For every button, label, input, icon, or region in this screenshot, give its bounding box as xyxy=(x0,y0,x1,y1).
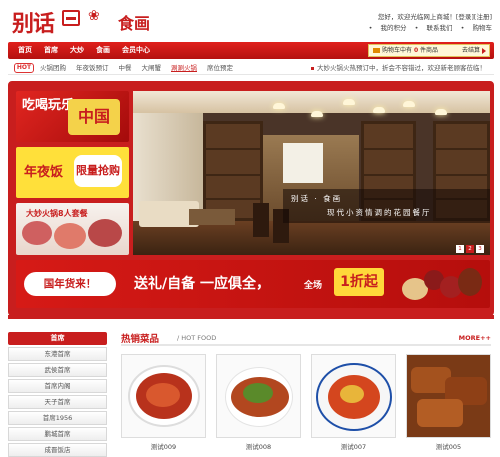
login-link[interactable]: [登录] xyxy=(456,13,474,21)
promo1-text: 吃喝玩乐 xyxy=(22,98,75,113)
food-card[interactable]: 测试007 xyxy=(311,354,396,454)
lamp-icon xyxy=(435,109,447,115)
sidebar-item[interactable]: 成晋饭店 xyxy=(8,443,107,457)
sidebar: 首席 东港首席 武侯首席 首席内阁 天子首席 首席1956 鹏城首席 成晋饭店 xyxy=(8,332,107,457)
subnav-item[interactable]: 年夜饭预订 xyxy=(76,61,119,75)
promo1-cn: 中国 xyxy=(68,99,120,135)
sidebar-item[interactable]: 首席1956 xyxy=(8,411,107,425)
sidebar-item[interactable]: 天子首席 xyxy=(8,395,107,409)
food-image[interactable] xyxy=(311,354,396,438)
announcement[interactable]: 大妙火锅火热预订中，折会不容错过，欢迎新老顾客莅临！ xyxy=(311,61,486,75)
cart-icon xyxy=(373,48,380,53)
sidebar-item[interactable]: 鹏城首席 xyxy=(8,427,107,441)
food-name[interactable]: 测试007 xyxy=(311,441,396,451)
slide-dot-active[interactable]: 2 xyxy=(466,245,474,253)
cart-summary[interactable]: 购物车中有 0 件商品 去结算 xyxy=(368,44,490,57)
sidebar-item[interactable]: 东港首席 xyxy=(8,347,107,361)
more-link[interactable]: MORE++ xyxy=(459,334,491,342)
hot-food-header: 热销菜品 / HOT FOOD MORE++ xyxy=(121,330,491,346)
lamp-icon xyxy=(311,111,323,117)
nav-item-dachao[interactable]: 大炒 xyxy=(64,42,90,59)
sidebar-item[interactable]: 武侯首席 xyxy=(8,363,107,377)
cart-link[interactable]: • 购物车 xyxy=(461,24,492,32)
sidebar-title: 首席 xyxy=(8,332,107,345)
promo2-badge: 限量抢购 xyxy=(74,155,122,187)
section-subtitle: / HOT FOOD xyxy=(177,334,217,342)
food-name[interactable]: 测试008 xyxy=(216,441,301,451)
promo-card-fun[interactable]: 吃喝玩乐 中国 xyxy=(16,91,129,142)
lamp-icon xyxy=(373,107,385,113)
wide-banner-title: 送礼/自备 一应俱全， xyxy=(134,276,270,292)
nav-item-member[interactable]: 会员中心 xyxy=(116,42,156,59)
caption-line-2: 现代小资情调的花园餐厅 xyxy=(327,208,432,217)
hot-badge: HOT xyxy=(14,63,34,73)
food-image[interactable] xyxy=(406,354,491,438)
my-points-link[interactable]: • 我的积分 xyxy=(369,24,407,32)
hot-food-list: 测试009 测试008 测试007 测试005 xyxy=(121,354,491,454)
subnav-item[interactable]: 火锅团购 xyxy=(40,61,76,75)
subnav-item[interactable]: 席位预定 xyxy=(207,61,243,75)
slide-dot[interactable]: 1 xyxy=(456,245,464,253)
promo-card-new-year[interactable]: 年夜饭 限量抢购 xyxy=(16,147,129,198)
promo2-title: 年夜饭 xyxy=(24,165,64,180)
contact-link[interactable]: • 联系我们 xyxy=(415,24,453,32)
promo-card-hotpot-set[interactable]: 大妙火锅8人套餐 xyxy=(16,203,129,255)
food-image[interactable] xyxy=(216,354,301,438)
wide-banner-badge: 国年货来！ xyxy=(24,272,116,296)
welcome-text: 您好，欢迎光临网上商城！ xyxy=(377,13,456,21)
main-nav: 首页 首席 大炒 食画 会员中心 购物车中有 0 件商品 去结算 xyxy=(8,42,494,59)
food-name[interactable]: 测试005 xyxy=(406,441,491,451)
site-header: 别话 ❀ 食画 您好，欢迎光临网上商城！[登录][注册] • 我的积分 • 联系… xyxy=(0,0,500,40)
banner-area: 吃喝玩乐 中国 年夜饭 限量抢购 大妙火锅8人套餐 别话 · 食画 现代小资情调… xyxy=(8,81,494,316)
nav-item-home[interactable]: 首页 xyxy=(12,42,38,59)
cart-count: 0 xyxy=(413,47,419,54)
sub-nav: HOT 火锅团购 年夜饭预订 中餐 大闸蟹 涮涮火锅 席位预定 大妙火锅火热预订… xyxy=(8,61,494,75)
checkout-button[interactable]: 去结算 xyxy=(462,45,486,56)
food-card[interactable]: 测试009 xyxy=(121,354,206,454)
gift-goods-image xyxy=(400,264,486,304)
top-links: 您好，欢迎光临网上商城！[登录][注册] • 我的积分 • 联系我们 • 购物车 xyxy=(363,12,492,34)
sidebar-item[interactable]: 首席内阁 xyxy=(8,379,107,393)
banner-underline xyxy=(8,315,494,319)
food-name[interactable]: 测试009 xyxy=(121,441,206,451)
window xyxy=(283,143,323,183)
caption-line-1: 别话 · 食画 xyxy=(291,194,343,203)
subnav-item[interactable]: 中餐 xyxy=(119,61,142,75)
table xyxy=(189,209,235,225)
logo-name[interactable]: 食画 xyxy=(118,10,150,34)
promo3-title: 大妙火锅8人套餐 xyxy=(26,209,88,218)
slide-dot[interactable]: 3 xyxy=(476,245,484,253)
food-card[interactable]: 测试008 xyxy=(216,354,301,454)
nav-item-shihua[interactable]: 食画 xyxy=(90,42,116,59)
lamp-icon xyxy=(403,101,415,107)
slide-pagination: 1 2 3 xyxy=(456,245,484,253)
brand-mark-icon: ❀ xyxy=(88,8,100,24)
meat-plate-image xyxy=(88,219,122,247)
meat-plate-image xyxy=(54,223,86,249)
new-year-goods-banner[interactable]: 国年货来！ 送礼/自备 一应俱全， 全场 1折起 xyxy=(16,260,490,308)
subnav-item-active[interactable]: 涮涮火锅 xyxy=(171,61,207,75)
lamp-icon xyxy=(343,99,355,105)
logo[interactable]: 别话 xyxy=(12,6,55,38)
lamp-icon xyxy=(273,103,285,109)
nav-item-shouxi[interactable]: 首席 xyxy=(38,42,64,59)
section-title: 热销菜品 xyxy=(121,334,160,345)
meat-plate-image xyxy=(22,221,52,245)
wide-banner-discount: 1折起 xyxy=(334,268,384,296)
restaurant-slideshow[interactable]: 别话 · 食画 现代小资情调的花园餐厅 1 2 3 xyxy=(133,91,490,255)
subnav-item[interactable]: 大闸蟹 xyxy=(142,61,172,75)
wide-banner-sub: 全场 xyxy=(304,281,323,291)
seal-icon xyxy=(62,10,80,26)
register-link[interactable]: [注册] xyxy=(474,13,492,21)
food-image[interactable] xyxy=(121,354,206,438)
food-card[interactable]: 测试005 xyxy=(406,354,491,454)
chair xyxy=(253,203,269,237)
